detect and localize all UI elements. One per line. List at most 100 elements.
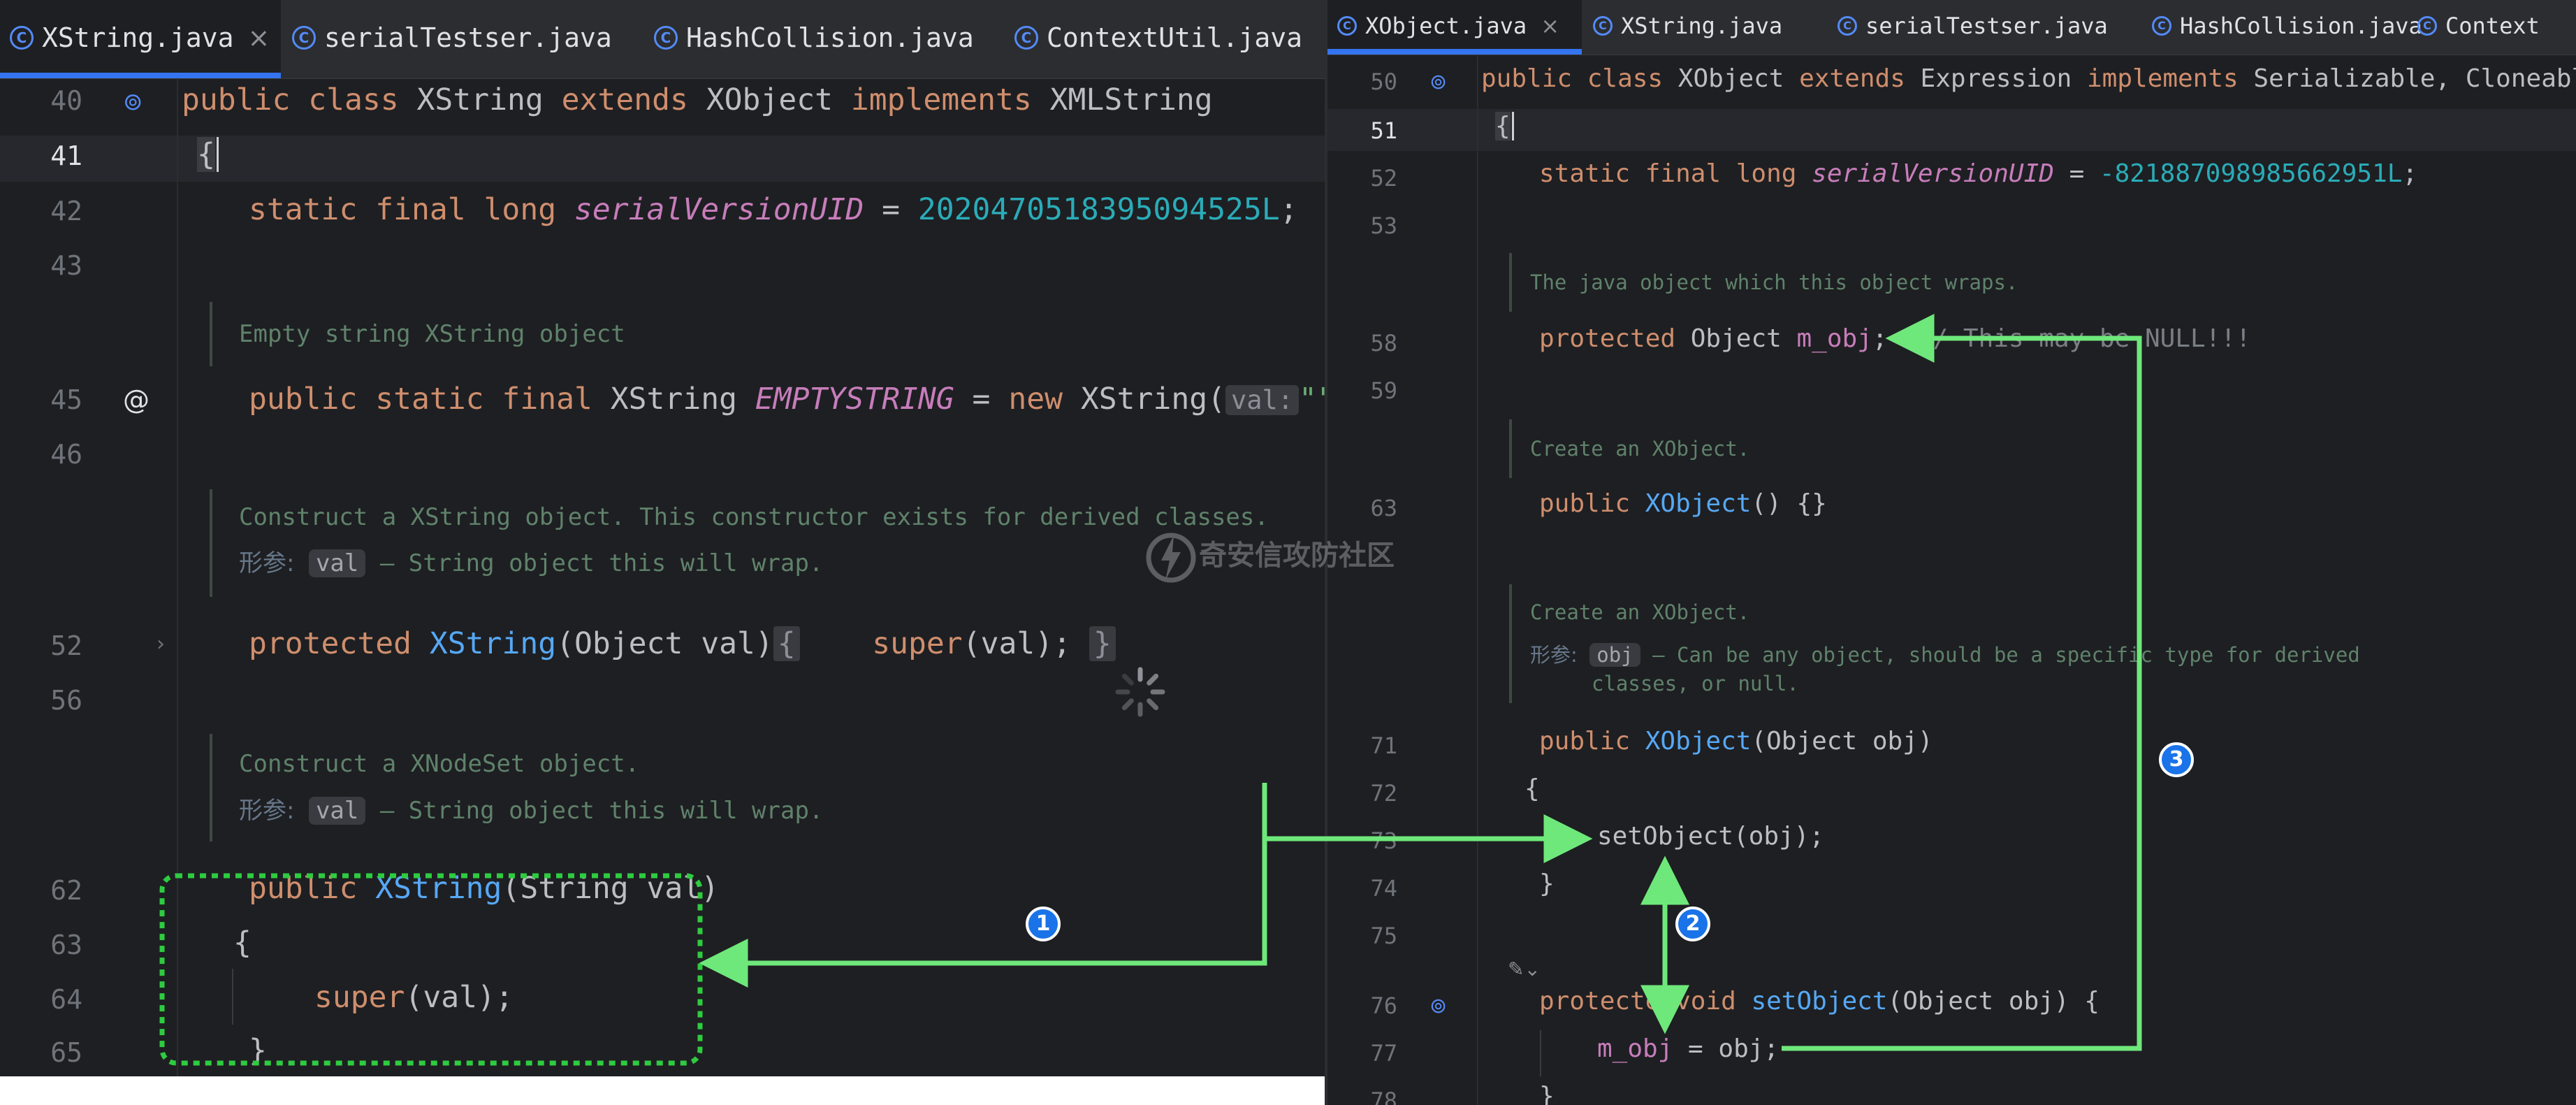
- keyword: extends: [1799, 64, 1921, 93]
- tab-xstring-java[interactable]: C XString.java: [1593, 0, 1782, 52]
- line-number: 77: [1370, 1040, 1397, 1067]
- fold-chevron-icon[interactable]: ›: [157, 632, 165, 656]
- code-line-42[interactable]: static final long serialVersionUID = 202…: [249, 192, 1298, 227]
- field-name: m_obj: [1597, 1034, 1673, 1063]
- keyword: public static final: [249, 382, 611, 417]
- string-literal: "": [1299, 382, 1327, 417]
- code-line-63[interactable]: {: [233, 925, 252, 960]
- override-marker-icon[interactable]: ⊚: [1429, 994, 1447, 1018]
- doc-text: The java object which this object wraps.: [1530, 270, 2018, 294]
- doc-param-line: 形参: obj – Can be any object, should be a…: [1530, 640, 2360, 670]
- code-line-77[interactable]: m_obj = obj;: [1597, 1034, 1779, 1063]
- tab-hashcollision-java[interactable]: C HashCollision.java: [2152, 0, 2422, 52]
- close-icon[interactable]: ×: [1541, 13, 1559, 39]
- tab-contextutil-java[interactable]: C ContextUtil.java: [1014, 0, 1302, 75]
- implementation-marker-icon[interactable]: ⊚: [123, 88, 143, 116]
- line-number: 73: [1370, 828, 1397, 854]
- code-line-51[interactable]: {: [1495, 112, 1514, 140]
- code-line-73[interactable]: setObject(obj);: [1597, 822, 1824, 851]
- field-name: serialVersionUID: [574, 192, 864, 227]
- tab-label: serialTestser.java: [1865, 13, 2108, 39]
- annotation-at-icon[interactable]: @: [123, 384, 150, 415]
- brace-match: {: [1495, 112, 1511, 140]
- right-tab-bar: C XObject.java × C XString.java C serial…: [1327, 0, 2576, 55]
- line-number: 63: [1370, 495, 1397, 521]
- gutter-separator: [1477, 55, 1478, 1105]
- keyword: protected: [249, 626, 430, 661]
- field-name: m_obj: [1796, 324, 1872, 353]
- folded-block-open[interactable]: {: [773, 626, 800, 661]
- open-brace: {: [1525, 774, 1540, 803]
- close-icon[interactable]: ×: [248, 22, 270, 53]
- param-name-pill: val: [308, 797, 366, 825]
- call-args: (val);: [962, 626, 1072, 661]
- code-line-71[interactable]: public XObject(Object obj): [1539, 727, 1933, 756]
- class-c-icon: C: [10, 26, 34, 50]
- line-number: 43: [50, 250, 82, 281]
- doc-text: Create an XObject.: [1530, 600, 1750, 624]
- doc-comment-create-xobject: Create an XObject.: [1509, 419, 1749, 478]
- line-number: 71: [1370, 732, 1397, 759]
- semicolon: ;: [1279, 192, 1298, 227]
- line-number: 75: [1370, 923, 1397, 949]
- code-line-40[interactable]: public class XString extends XObject imp…: [182, 82, 1213, 117]
- method-name: XString: [429, 626, 557, 661]
- operator: =: [2053, 159, 2100, 188]
- tab-label: XObject.java: [1365, 13, 1527, 39]
- code-line-62[interactable]: public XString(String val): [249, 871, 719, 906]
- folded-block-close[interactable]: }: [1089, 626, 1116, 661]
- code-line-50[interactable]: public class XObject extends Expression …: [1481, 64, 2576, 93]
- line-number: 53: [1370, 212, 1397, 239]
- semicolon: ;: [2402, 159, 2418, 188]
- number-literal: 2020470518395094525L: [917, 192, 1280, 227]
- method-name: XObject: [1645, 727, 1752, 756]
- tab-hashcollision-java[interactable]: C HashCollision.java: [654, 0, 974, 75]
- code-line-63[interactable]: public XObject() {}: [1539, 489, 1827, 518]
- doc-comment-construct-xnodeset: Construct a XNodeSet object. 形参: val – St…: [210, 734, 823, 842]
- implementation-marker-icon[interactable]: ⊚: [1429, 70, 1447, 94]
- code-line-45[interactable]: public static final XString EMPTYSTRING …: [249, 382, 1327, 417]
- tab-xobject-java[interactable]: C XObject.java ×: [1327, 0, 1582, 55]
- code-line-64[interactable]: super(val);: [314, 980, 514, 1015]
- class-c-icon: C: [1593, 16, 1613, 36]
- type-name: Object: [1690, 324, 1797, 353]
- doc-text: Empty string XString object: [239, 320, 625, 348]
- tab-context-truncated[interactable]: C Context: [2417, 0, 2540, 52]
- line-number: 76: [1370, 992, 1397, 1019]
- code-line-74[interactable]: }: [1539, 869, 1555, 898]
- param-name-pill: obj: [1589, 643, 1640, 667]
- parent-class: Expression: [1920, 64, 2087, 93]
- code-line-52[interactable]: static final long serialVersionUID = -82…: [1539, 159, 2417, 188]
- tab-xstring-java[interactable]: C XString.java ×: [0, 0, 281, 78]
- keyword-super: super: [314, 980, 405, 1015]
- class-c-icon: C: [2152, 16, 2171, 36]
- tab-serialtestser-java[interactable]: C serialTestser.java: [292, 0, 612, 75]
- code-line-72[interactable]: {: [1525, 774, 1540, 803]
- code-line-58[interactable]: protected Object m_obj; // This may be N…: [1539, 324, 2251, 353]
- line-number: 74: [1370, 875, 1397, 902]
- line-number: 63: [50, 930, 82, 960]
- line-number: 51: [1370, 117, 1397, 144]
- code-line-65[interactable]: }: [249, 1033, 267, 1068]
- code-line-52[interactable]: protected XString(Object val){ super(val…: [249, 626, 1116, 661]
- doc-param-line: 形参: val – String object this will wrap.: [239, 545, 1269, 582]
- method-call: setObject(obj);: [1597, 822, 1825, 851]
- keyword: public: [249, 871, 376, 906]
- field-name: serialVersionUID: [1812, 159, 2054, 188]
- open-brace: {: [233, 925, 252, 960]
- tab-serialtestser-java[interactable]: C serialTestser.java: [1838, 0, 2108, 52]
- line-number: 52: [1370, 165, 1397, 192]
- code-line-41[interactable]: {: [197, 137, 219, 172]
- tab-label: XString.java: [1621, 13, 1783, 39]
- code-line-76[interactable]: protecte void setObject(Object obj) {: [1539, 987, 2100, 1016]
- tab-label: ContextUtil.java: [1047, 22, 1303, 53]
- param-tag: 形参:: [239, 549, 295, 577]
- watermark-logo-icon: [1146, 533, 1196, 583]
- class-name: XString: [416, 82, 562, 117]
- caret-line-highlight: [1327, 109, 2576, 151]
- parameter-hint: val:: [1225, 385, 1300, 415]
- code-line-78[interactable]: }: [1539, 1082, 1555, 1105]
- left-editor-pane: C XString.java × C serialTestser.java C …: [0, 0, 1327, 1076]
- keyword: public: [1539, 727, 1645, 756]
- ai-assistant-icon[interactable]: ✎⌄: [1508, 958, 1541, 981]
